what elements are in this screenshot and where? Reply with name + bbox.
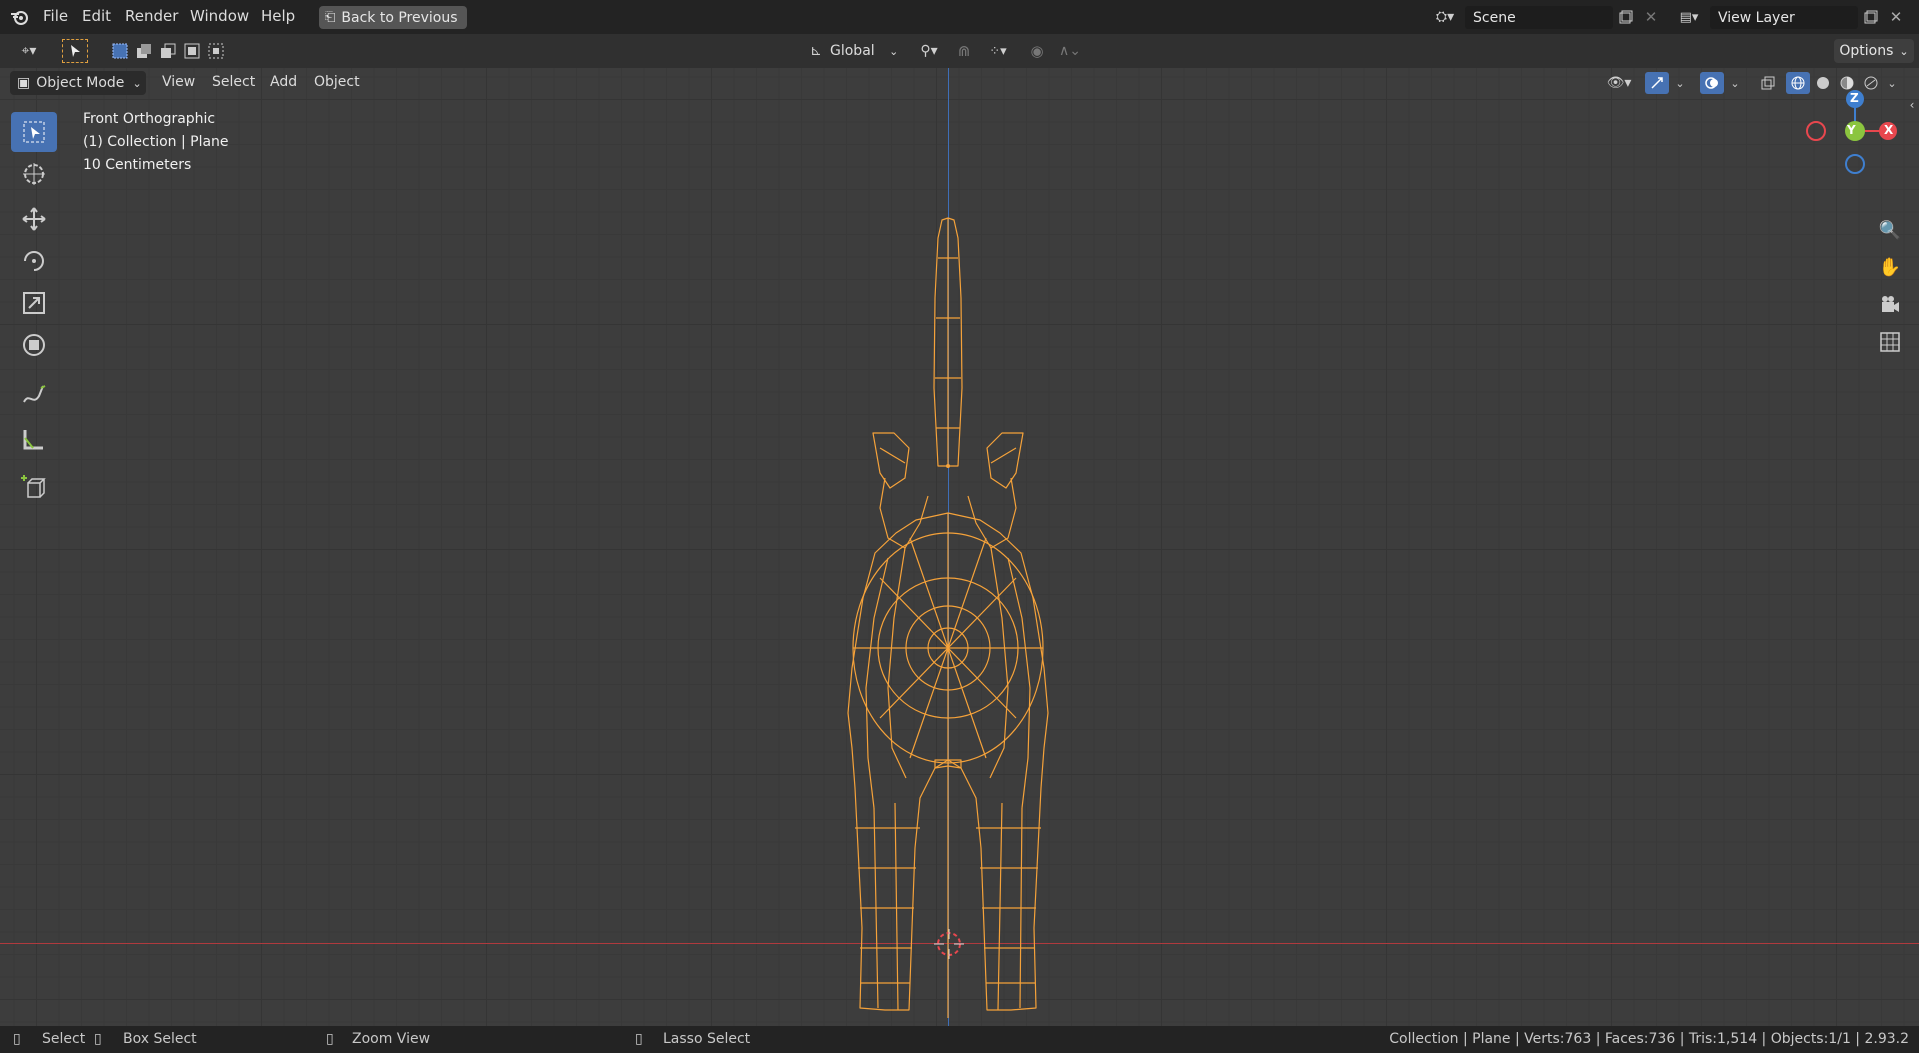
select-mode-intersect-icon[interactable] [206,41,226,61]
back-to-previous-button[interactable]: ⎗ Back to Previous [319,6,467,29]
cursor-tool[interactable] [11,154,57,194]
transform-icon [23,334,45,356]
top-bar: File Edit Render Window Help ⎗ Back to P… [0,0,1919,34]
status-zoom-view: Zoom View [352,1031,431,1047]
overlays-options-chevron-icon[interactable]: ⌄ [1727,72,1743,94]
view-header: ▣ Object Mode ⌄ View Select Add Object 👁… [0,68,1919,98]
gizmo-z-label: Z [1850,91,1859,105]
status-lasso-select: Lasso Select [663,1031,751,1047]
object-mode-label: Object Mode [36,75,125,91]
mouse-middle-icon: ▯ [326,1031,334,1047]
zoom-icon[interactable]: 🔍 [1876,216,1904,244]
mouse-right-icon: ▯ [635,1031,643,1047]
select-box-tool[interactable] [11,112,57,152]
back-icon: ⎗ [325,10,336,25]
object-menu[interactable]: Object [314,74,360,90]
measure-tool[interactable] [11,419,57,459]
menu-window[interactable]: Window [190,7,249,25]
select-mode-subtract-icon[interactable] [158,41,178,61]
rotate-icon [24,251,44,271]
chevron-down-icon: ⌄ [1899,44,1909,58]
status-select: Select [42,1031,86,1047]
object-mode-icon: ▣ [17,75,31,91]
camera-view-icon[interactable] [1876,291,1904,319]
xray-toggle-icon[interactable] [1757,72,1779,94]
scene-statistics: Collection | Plane | Verts:763 | Faces:7… [1389,1031,1909,1047]
add-menu[interactable]: Add [270,74,297,90]
add-cube-tool[interactable] [11,467,57,507]
menu-help[interactable]: Help [261,7,295,25]
editor-type-icon[interactable]: ⌖▾ [10,40,48,62]
snap-toggle-icon[interactable]: ⋒ [952,40,976,62]
view-name: Front Orthographic [83,111,216,127]
delete-view-layer-icon[interactable]: ✕ [1884,6,1908,28]
navigation-gizmo[interactable]: Z Y X [1800,88,1900,188]
measure-icon [23,430,43,450]
mouse-left-icon: ▯ [13,1031,21,1047]
view-layer-field[interactable]: View Layer [1710,6,1858,29]
annotate-tool[interactable] [11,375,57,415]
3d-viewport[interactable]: ▣ Object Mode ⌄ View Select Add Object 👁… [0,68,1919,1026]
chevron-down-icon: ⌄ [132,76,142,90]
options-label: Options [1839,43,1894,59]
select-mode-invert-icon[interactable] [182,41,202,61]
cursor-icon [23,163,45,185]
scene-name: Scene [1473,9,1516,26]
chevron-down-icon: ⌄ [889,45,899,58]
pivot-point-icon[interactable]: ⚲▾ [912,40,946,62]
view-layer-icon[interactable]: ▤▾ [1672,6,1706,28]
transform-orientation-value: Global [830,43,875,59]
menu-edit[interactable]: Edit [82,7,111,25]
new-view-layer-icon[interactable] [1859,6,1883,28]
object-mode-dropdown[interactable]: ▣ Object Mode ⌄ [10,71,146,95]
scale-tool[interactable] [11,283,57,323]
3d-cursor-icon[interactable] [934,929,964,959]
options-dropdown[interactable]: Options ⌄ [1834,39,1914,63]
gizmo-toggle-icon[interactable] [1645,72,1669,94]
sidebar-toggle-icon[interactable]: ‹ [1906,96,1918,114]
status-box-select: Box Select [123,1031,197,1047]
status-bar: ▯ Select ▯ Box Select ▯ Zoom View ▯ Lass… [0,1026,1919,1053]
collection-info: (1) Collection | Plane [83,134,229,150]
delete-scene-icon[interactable]: ✕ [1639,6,1663,28]
orientation-icon[interactable]: ⊾ [805,40,827,62]
move-icon [22,207,46,231]
cat-wireframe-mesh[interactable] [830,148,1070,1018]
menu-render[interactable]: Render [125,7,178,25]
scale-icon [23,292,45,314]
select-mode-new-icon[interactable] [110,41,130,61]
gizmo-options-chevron-icon[interactable]: ⌄ [1672,72,1688,94]
transform-tool[interactable] [11,325,57,365]
add-cube-icon [21,475,46,498]
tool-header: ⌖▾ ⊾ Global ⌄ ⚲▾ ⋒ ⁘▾ ◉ ∧⌄ Options ⌄ [0,34,1919,68]
mouse-drag-icon: ▯ [94,1031,102,1047]
transform-orientation-dropdown[interactable]: Global ⌄ [830,43,898,59]
menu-file[interactable]: File [43,7,68,25]
visibility-icon[interactable]: 👁▾ [1600,72,1638,94]
scene-icon[interactable]: ⛭▾ [1428,6,1462,28]
new-scene-icon[interactable] [1614,6,1638,28]
scale-info: 10 Centimeters [83,157,192,173]
snap-target-icon[interactable]: ⁘▾ [978,40,1018,62]
ortho-grid-icon[interactable] [1876,328,1904,356]
view-layer-name: View Layer [1718,9,1795,26]
scene-name-field[interactable]: Scene [1465,6,1613,29]
view-menu[interactable]: View [162,74,195,90]
proportional-falloff-icon[interactable]: ∧⌄ [1052,40,1088,62]
move-tool[interactable] [11,199,57,239]
active-tool-icon[interactable] [62,39,88,63]
annotate-icon [23,385,46,403]
overlays-toggle-icon[interactable] [1700,72,1724,94]
select-mode-extend-icon[interactable] [134,41,154,61]
proportional-edit-icon[interactable]: ◉ [1026,40,1048,62]
pan-hand-icon[interactable]: ✋ [1876,253,1904,281]
tool-shelf [0,108,66,588]
select-menu[interactable]: Select [212,74,255,90]
gizmo-x-label: X [1884,123,1894,137]
back-to-previous-label: Back to Previous [341,9,458,26]
rotate-tool[interactable] [11,241,57,281]
gizmo-y-label: Y [1847,123,1856,137]
select-box-icon [23,121,45,143]
blender-logo-icon[interactable] [8,6,32,28]
